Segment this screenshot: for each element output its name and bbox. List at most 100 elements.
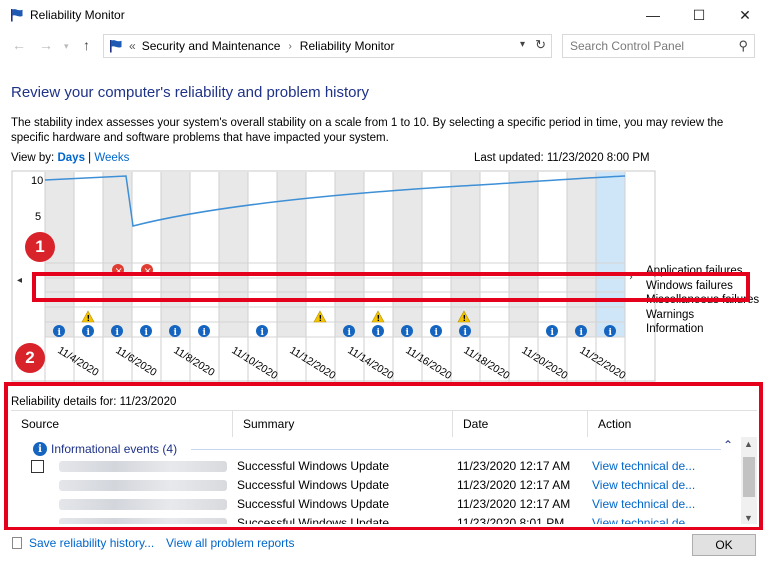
warning-icon-glyph: ! bbox=[319, 314, 323, 323]
overflow-chevron-icon[interactable]: « bbox=[129, 39, 136, 53]
row-summary: Successful Windows Update bbox=[237, 497, 390, 511]
collapse-group-icon[interactable]: ⌃ bbox=[723, 438, 733, 452]
save-reliability-history-link[interactable]: Save reliability history... bbox=[12, 536, 154, 550]
scroll-up-icon[interactable]: ▲ bbox=[744, 439, 753, 449]
info-icon-glyph: i bbox=[58, 328, 62, 338]
day-column bbox=[480, 172, 509, 337]
breadcrumb-security-and-maintenance[interactable]: Security and Maintenance bbox=[142, 39, 281, 53]
breadcrumb-reliability-monitor[interactable]: Reliability Monitor bbox=[300, 39, 395, 53]
recent-pages-icon[interactable]: ▾ bbox=[64, 41, 69, 52]
highlight-box-windows-failures bbox=[32, 272, 750, 302]
close-button[interactable]: ✕ bbox=[722, 0, 768, 30]
page-description: The stability index assesses your system… bbox=[11, 117, 724, 144]
info-icon-glyph: i bbox=[116, 328, 120, 338]
window-title: Reliability Monitor bbox=[30, 8, 125, 22]
table-row[interactable]: Successful Windows Update 11/23/2020 12:… bbox=[11, 476, 741, 495]
view-weeks-link[interactable]: Weeks bbox=[94, 152, 129, 164]
view-technical-details-link[interactable]: View technical de... bbox=[592, 459, 695, 473]
details-table: Source Summary Date Action ⌃ i Informati… bbox=[11, 410, 757, 524]
page-title: Review your computer's reliability and p… bbox=[11, 84, 370, 101]
day-column bbox=[132, 172, 161, 337]
day-column bbox=[277, 172, 306, 337]
row-date: 11/23/2020 12:17 AM bbox=[457, 478, 571, 492]
day-column bbox=[567, 172, 596, 337]
source-redacted bbox=[59, 499, 227, 510]
column-header-summary[interactable]: Summary bbox=[233, 411, 453, 437]
source-redacted bbox=[59, 518, 227, 524]
y-tick-label: 10 bbox=[31, 175, 43, 187]
document-icon bbox=[12, 537, 22, 549]
forward-icon[interactable]: → bbox=[39, 37, 53, 53]
table-row[interactable]: Successful Windows Update 11/23/2020 12:… bbox=[11, 495, 741, 514]
table-row[interactable]: Successful Windows Update 11/23/2020 8:0… bbox=[11, 514, 741, 524]
info-icon-glyph: i bbox=[348, 328, 352, 338]
day-column bbox=[509, 172, 538, 337]
row-date: 11/23/2020 8:01 PM bbox=[457, 516, 565, 524]
view-separator: | bbox=[88, 152, 92, 164]
info-icon-glyph: i bbox=[203, 328, 207, 338]
save-label: Save reliability history... bbox=[29, 536, 155, 550]
day-column bbox=[596, 172, 625, 337]
view-by: View by: Days | Weeks bbox=[11, 152, 129, 164]
address-bar[interactable]: « Security and Maintenance › Reliability… bbox=[103, 34, 552, 58]
day-column bbox=[190, 172, 219, 337]
details-scrollbar[interactable]: ▲ ▼ bbox=[741, 437, 757, 524]
info-icon-glyph: i bbox=[406, 328, 410, 338]
row-summary: Successful Windows Update bbox=[237, 478, 390, 492]
maximize-button[interactable]: ☐ bbox=[676, 0, 722, 30]
row-date: 11/23/2020 12:17 AM bbox=[457, 459, 571, 473]
scroll-left-icon: ◂ bbox=[17, 275, 22, 286]
footer: Save reliability history... View all pro… bbox=[0, 530, 768, 566]
scroll-down-icon[interactable]: ▼ bbox=[744, 513, 753, 523]
info-icon-glyph: i bbox=[551, 328, 555, 338]
info-icon-glyph: i bbox=[435, 328, 439, 338]
row-checkbox[interactable] bbox=[31, 460, 44, 473]
day-column bbox=[538, 172, 567, 337]
breadcrumb-separator-icon: › bbox=[288, 40, 292, 52]
view-days-link[interactable]: Days bbox=[57, 152, 85, 164]
view-technical-details-link[interactable]: View technical de... bbox=[592, 497, 695, 511]
search-placeholder: Search Control Panel bbox=[570, 39, 685, 53]
sort-indicator-icon: ⌃ bbox=[514, 410, 523, 417]
search-input[interactable]: Search Control Panel ⚲ bbox=[562, 34, 755, 58]
info-icon-glyph: i bbox=[261, 328, 265, 338]
flag-icon bbox=[11, 9, 23, 22]
view-by-label: View by: bbox=[11, 152, 55, 164]
callout-badge-1: 1 bbox=[25, 232, 55, 262]
info-icon-glyph: i bbox=[377, 328, 381, 338]
address-dropdown-icon[interactable]: ▾ bbox=[520, 39, 525, 50]
warning-icon-glyph: ! bbox=[87, 314, 91, 323]
info-icon-glyph: i bbox=[87, 328, 91, 338]
table-row[interactable]: Successful Windows Update 11/23/2020 12:… bbox=[11, 457, 741, 476]
view-technical-details-link[interactable]: View technical de... bbox=[592, 516, 695, 524]
day-column bbox=[248, 172, 277, 337]
view-all-problem-reports-link[interactable]: View all problem reports bbox=[166, 536, 295, 550]
day-column bbox=[161, 172, 190, 337]
row-date: 11/23/2020 12:17 AM bbox=[457, 497, 571, 511]
group-informational-events[interactable]: i Informational events (4) bbox=[33, 441, 177, 457]
refresh-icon[interactable]: ↻ bbox=[535, 37, 546, 53]
minimize-button[interactable]: — bbox=[630, 0, 676, 30]
search-icon[interactable]: ⚲ bbox=[738, 38, 748, 54]
back-icon[interactable]: ← bbox=[12, 37, 26, 53]
row-summary: Successful Windows Update bbox=[237, 459, 390, 473]
last-updated: Last updated: 11/23/2020 8:00 PM bbox=[474, 152, 650, 164]
scrollbar-thumb[interactable] bbox=[743, 457, 755, 497]
group-label: Informational events (4) bbox=[51, 442, 178, 456]
callout-badge-2: 2 bbox=[15, 343, 45, 373]
day-column bbox=[393, 172, 422, 337]
flag-icon bbox=[110, 40, 122, 53]
source-redacted bbox=[59, 461, 227, 472]
warning-icon-glyph: ! bbox=[463, 314, 467, 323]
info-icon-glyph: i bbox=[609, 328, 613, 338]
column-header-action[interactable]: Action bbox=[588, 411, 741, 437]
title-bar: Reliability Monitor — ☐ ✕ bbox=[0, 0, 768, 30]
info-icon-glyph: i bbox=[580, 328, 584, 338]
row-label-information: Information bbox=[646, 323, 704, 335]
up-icon[interactable]: ↑ bbox=[83, 37, 90, 53]
row-label-warnings: Warnings bbox=[646, 309, 695, 321]
view-technical-details-link[interactable]: View technical de... bbox=[592, 478, 695, 492]
column-header-source[interactable]: Source bbox=[11, 411, 233, 437]
ok-button[interactable]: OK bbox=[692, 534, 756, 556]
group-divider bbox=[191, 449, 721, 450]
